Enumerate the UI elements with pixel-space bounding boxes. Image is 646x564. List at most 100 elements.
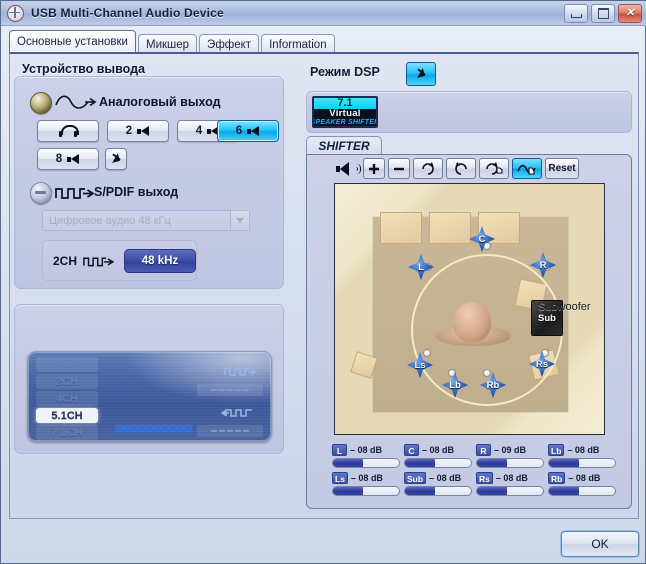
spdif-rate-box: 2CH 48 kHz [42,240,197,281]
speaker-icon [247,125,260,137]
level-slider-r[interactable] [476,458,544,468]
spdif-in-dashes [197,425,263,437]
level-slider-sub[interactable] [404,486,472,496]
speaker-node-rb[interactable]: Rb [480,372,506,398]
level-tag-lb: Lb [548,443,565,456]
spdif-format-select[interactable]: Цифровое аудио 48 кГц [42,210,250,231]
channel-indicator-headphone [36,357,98,372]
speaker-node-c[interactable]: C [469,226,495,252]
analog-output-label: Аналоговый выход [99,95,221,109]
speaker-label-r: R [539,259,547,271]
close-button[interactable]: ✕ [618,3,642,23]
minus-icon [394,167,404,170]
analog-btn-headphone[interactable] [37,120,99,142]
window-title: USB Multi-Channel Audio Device [31,6,224,20]
close-icon: ✕ [625,6,635,19]
level-value-lb: – 08 dB [567,444,600,455]
tab-effect[interactable]: Эффект [199,34,260,54]
maximize-button[interactable] [591,3,615,23]
speaker-label-rb: Rb [486,379,500,391]
level-slider-c[interactable] [404,458,472,468]
headphone-icon [59,125,79,137]
square-wave-arrow-icon [83,257,115,266]
speaker-room-view[interactable]: C L R Ls Rs Lb Rb Sub Subwoofer [334,183,605,435]
cursor-arrow-icon [110,153,122,165]
audio-status-display: 2CH 4CH 5.1CH 7.1CH [27,351,272,442]
level-cell-c: C – 08 dB [404,443,472,468]
speaker-label-ls: Ls [414,359,426,371]
tab-main-settings[interactable]: Основные установки [9,30,136,52]
spdif-jack-icon [30,182,52,204]
mute-speaker-icon[interactable] [334,161,361,177]
zoom-in-button[interactable] [363,158,385,179]
analog-btn-2ch-label: 2 [125,125,133,137]
reset-button[interactable]: Reset [545,158,579,179]
furniture-top-left [380,212,422,244]
tab-mixer[interactable]: Микшер [137,34,198,54]
analog-btn-6ch-label: 6 [235,125,243,137]
maximize-icon [597,7,609,19]
speaker-node-ls[interactable]: Ls [407,352,433,378]
level-slider-l[interactable] [332,458,400,468]
virtual-speaker-shifter-logo[interactable]: 7.1 Virtual SPEAKER SHIFTER [312,96,378,128]
window-controls: ✕ [564,3,646,23]
chevron-down-icon[interactable] [230,211,249,230]
spdif-indicator-group [197,366,263,441]
furniture-top-center [429,212,471,244]
speaker-node-rs[interactable]: Rs [529,351,555,377]
level-value-rb: – 08 dB [568,472,601,483]
analog-btn-8ch[interactable]: 8 [37,148,99,170]
sound-waves-glyph [351,163,361,174]
tab-information[interactable]: Information [261,34,335,54]
level-cell-sub: Sub – 08 dB [404,471,472,496]
channel-indicator-list: 2CH 4CH 5.1CH 7.1CH [36,357,98,441]
speaker-label-rs: Rs [535,358,549,370]
content-pane: Устройство вывода Аналоговый выход 2 4 6… [9,52,639,519]
level-tag-l: L [332,443,347,456]
zoom-out-button[interactable] [388,158,410,179]
speaker-node-lb[interactable]: Lb [442,372,468,398]
speaker-label-l: L [418,261,424,273]
minimize-button[interactable] [564,3,588,23]
shifter-panel-tab[interactable]: SHIFTER [306,136,382,155]
level-value-sub: – 08 dB [429,472,462,483]
speaker-node-l[interactable]: L [408,254,434,280]
rotate-drag-button[interactable] [479,158,509,179]
speaker-label-sub: Sub [538,312,556,324]
analog-jack-icon [30,92,52,114]
spdif-output-label: S/PDIF выход [94,185,179,199]
level-cell-l: L – 08 dB [332,443,400,468]
analog-btn-6ch[interactable]: 6 [217,120,279,142]
rotate-drag-icon [486,161,503,175]
level-slider-rs[interactable] [476,486,544,496]
headphone-icon [59,360,77,369]
analog-btn-8ch-label: 8 [55,153,63,165]
wave-drag-button[interactable] [512,158,542,179]
spdif-rate-value: 48 kHz [124,248,196,273]
sine-wave-arrow-icon [55,95,97,109]
logo-line-71: 7.1 [314,98,376,109]
analog-btn-2ch[interactable]: 2 [107,120,169,142]
speaker-node-r[interactable]: R [530,252,556,278]
wave-drag-icon [517,164,536,175]
square-wave-arrow-icon [55,188,95,199]
level-slider-lb[interactable] [548,458,616,468]
level-tag-c: C [404,443,419,456]
level-slider-rb[interactable] [548,486,616,496]
level-tag-sub: Sub [404,471,427,484]
channel-indicator-2ch: 2CH [36,374,98,389]
level-slider-ls[interactable] [332,486,400,496]
logo-line-virtual: Virtual [329,107,361,119]
analog-btn-pointer[interactable] [105,148,127,170]
channel-level-grid: L – 08 dB C – 08 dB R – 09 dB Lb – 08 dB… [332,443,616,501]
audio-device-icon [7,4,24,22]
level-tag-rs: Rs [476,471,493,484]
dsp-mode-title: Режим DSP [310,65,380,79]
dsp-mode-button[interactable] [406,62,436,86]
plus-icon [369,163,379,174]
level-cell-lb: Lb – 08 dB [548,443,616,468]
rotate-ccw-button[interactable] [446,158,476,179]
ok-button[interactable]: OK [561,531,639,557]
rotate-cw-button[interactable] [413,158,443,179]
channel-indicator-4ch: 4CH [36,391,98,406]
